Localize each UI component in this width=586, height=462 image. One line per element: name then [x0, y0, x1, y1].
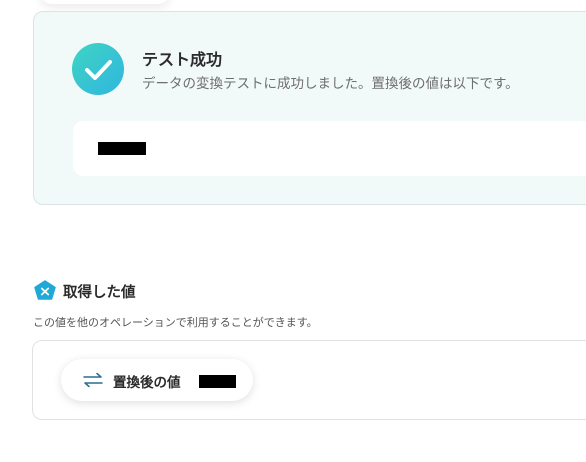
- success-title: テスト成功: [142, 50, 223, 69]
- swap-arrows-icon: [82, 372, 104, 392]
- success-description: データの変換テストに成功しました。置換後の値は以下です。: [142, 76, 519, 92]
- section-description: この値を他のオペレーションで利用することができます。: [33, 316, 318, 329]
- scrolled-element-shadow: [40, 0, 170, 4]
- value-chip-label: 置換後の値: [113, 375, 181, 391]
- section-title: 取得した値: [63, 285, 136, 301]
- page: テスト成功 データの変換テストに成功しました。置換後の値は以下です。 取得した値…: [0, 0, 586, 462]
- result-value-box: [73, 121, 586, 176]
- success-check-icon: [72, 43, 124, 95]
- redacted-chip-value: [199, 375, 236, 388]
- variable-pentagon-icon: [34, 280, 56, 304]
- redacted-result-value: [98, 142, 146, 155]
